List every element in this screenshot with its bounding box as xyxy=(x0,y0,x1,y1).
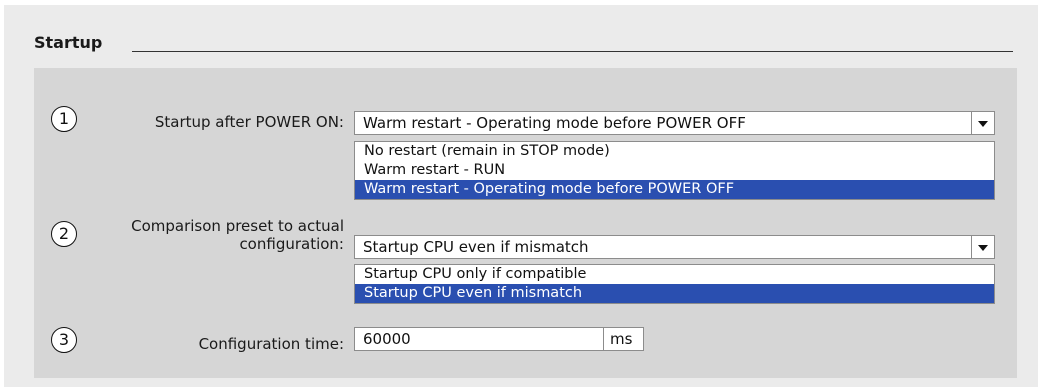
section-divider xyxy=(132,51,1013,52)
comparison-preset-value: Startup CPU even if mismatch xyxy=(363,238,589,256)
option-no-restart[interactable]: No restart (remain in STOP mode) xyxy=(355,142,994,161)
option-startup-even-if-mismatch[interactable]: Startup CPU even if mismatch xyxy=(355,284,994,303)
startup-after-power-on-options: No restart (remain in STOP mode) Warm re… xyxy=(354,141,995,200)
comparison-preset-options: Startup CPU only if compatible Startup C… xyxy=(354,264,995,304)
startup-after-power-on-value: Warm restart - Operating mode before POW… xyxy=(363,114,746,132)
dropdown-toggle[interactable] xyxy=(971,112,994,134)
option-warm-restart-operating-mode[interactable]: Warm restart - Operating mode before POW… xyxy=(355,180,994,199)
startup-section: Startup 1 Startup after POWER ON: Warm r… xyxy=(4,5,1038,387)
startup-after-power-on-label: Startup after POWER ON: xyxy=(154,113,344,131)
callout-number-3: 3 xyxy=(51,327,77,353)
chevron-down-icon xyxy=(978,121,988,127)
comparison-preset-label-line1: Comparison preset to actual xyxy=(131,217,344,235)
callout-number-1: 1 xyxy=(51,106,77,132)
chevron-down-icon xyxy=(978,245,988,251)
comparison-preset-dropdown[interactable]: Startup CPU even if mismatch xyxy=(354,235,995,259)
configuration-time-label: Configuration time: xyxy=(198,335,344,353)
configuration-time-unit: ms xyxy=(603,327,644,351)
startup-settings-panel: 1 Startup after POWER ON: Warm restart -… xyxy=(34,68,1017,378)
option-warm-restart-run[interactable]: Warm restart - RUN xyxy=(355,161,994,180)
configuration-time-value: 60000 xyxy=(363,330,411,348)
comparison-preset-label-line2: configuration: xyxy=(239,235,344,253)
dropdown-toggle[interactable] xyxy=(971,236,994,258)
comparison-preset-label: Comparison preset to actual configuratio… xyxy=(74,217,344,253)
startup-after-power-on-dropdown[interactable]: Warm restart - Operating mode before POW… xyxy=(354,111,995,135)
option-startup-if-compatible[interactable]: Startup CPU only if compatible xyxy=(355,265,994,284)
section-title: Startup xyxy=(34,33,103,52)
configuration-time-input[interactable]: 60000 xyxy=(354,327,604,351)
